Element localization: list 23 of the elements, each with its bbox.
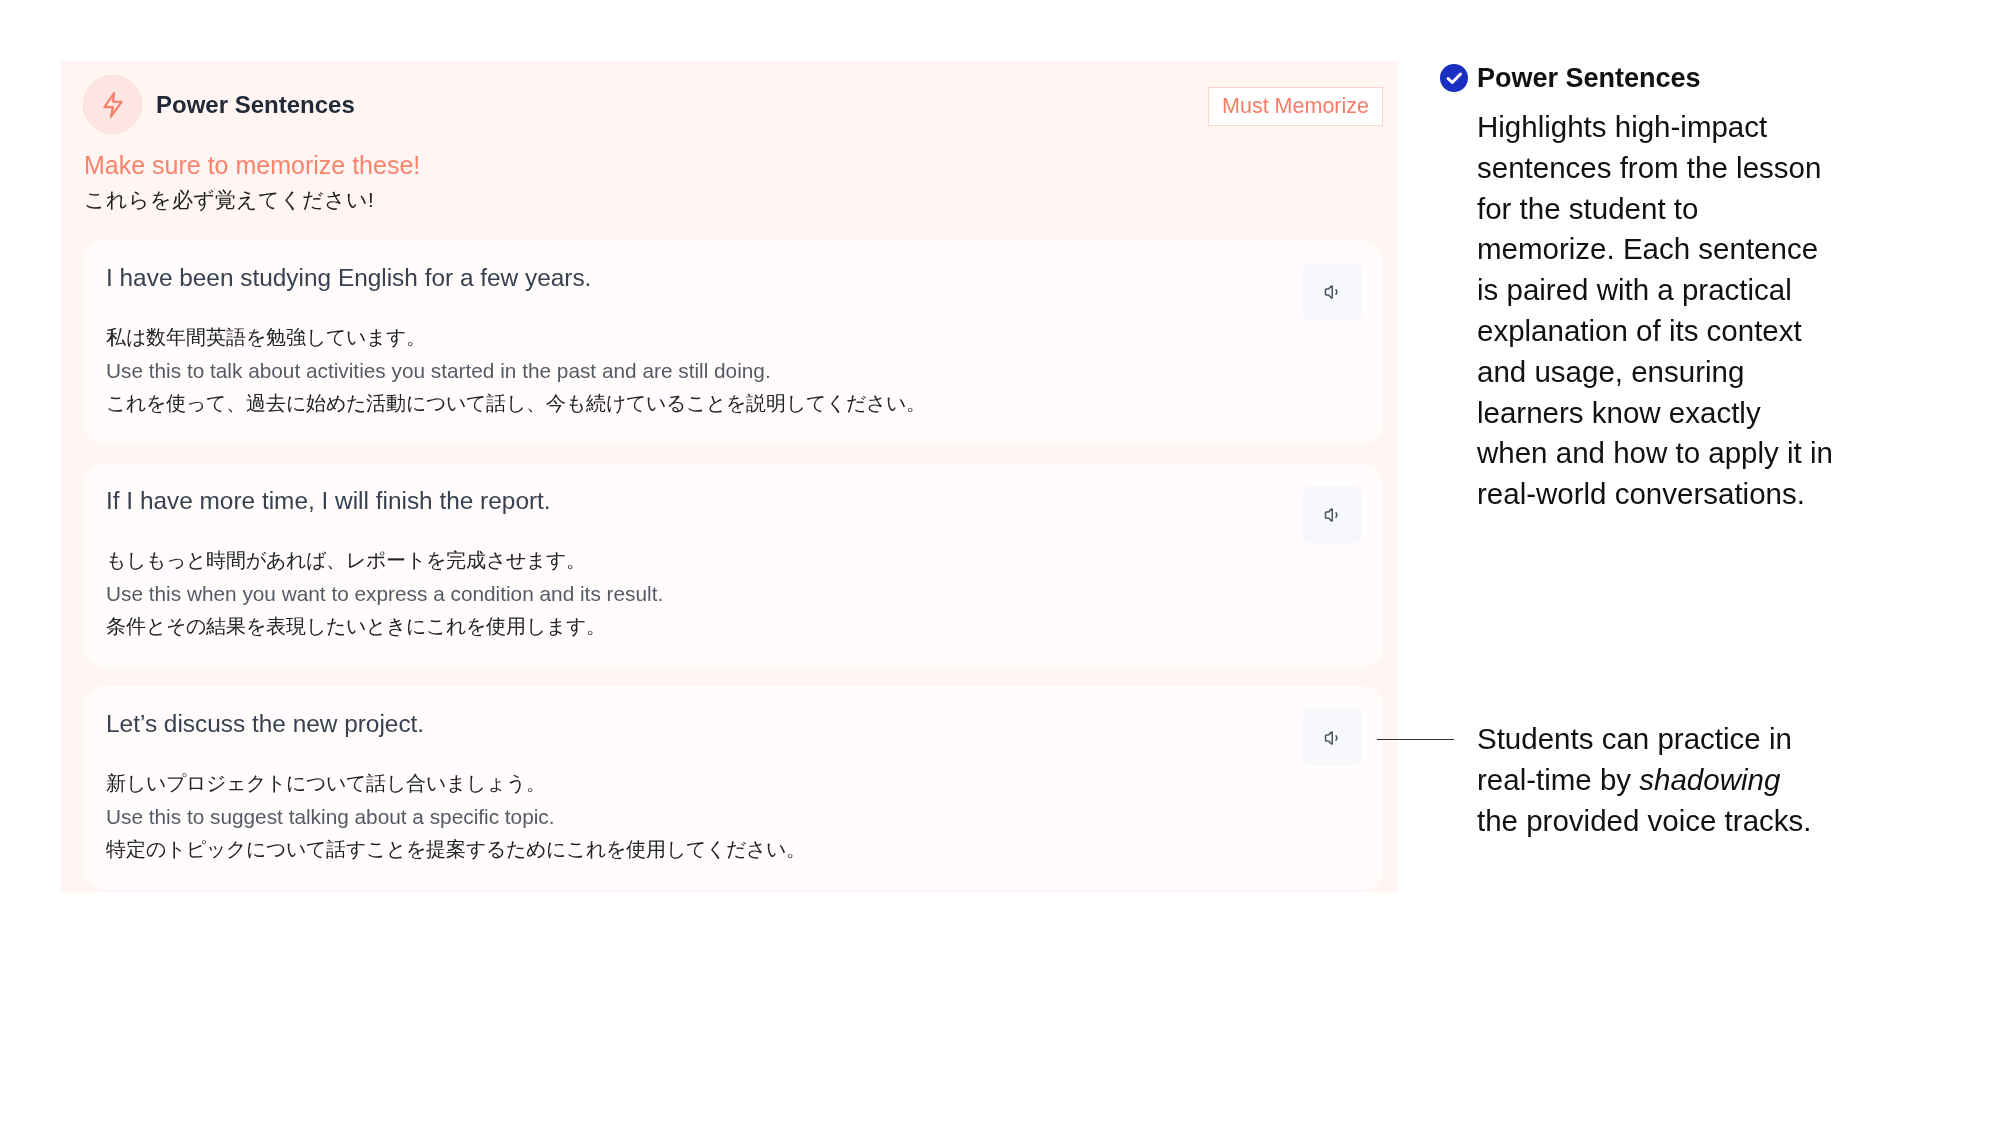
usage-note: Use this to talk about activities you started in the past and are still doing. — [106, 358, 772, 384]
annotation-title: Power Sentences — [1477, 62, 1702, 94]
usage-note-japanese: 条件とその結果を表現したいときにこれを使用します。 — [106, 614, 607, 639]
japanese-sentence: 新しいプロジェクトについて話し合いましょう。 — [106, 771, 547, 796]
check-circle-icon — [1440, 64, 1468, 92]
japanese-sentence: 私は数年間英語を勉強しています。 — [106, 325, 427, 350]
annotation-text: Highlights high-impact sentences from the lesson for the student to memorize. Each sentence is paired with a practical explanation of its context and usage, ensuring learners know exactly when and how to apply it in real-world conversations. — [1477, 109, 1834, 513]
usage-note: Use this to suggest talking about a specific topic. — [106, 804, 556, 830]
panel-title: Power Sentences — [156, 89, 355, 120]
japanese-sentence: もしもっと時間があれば、レポートを完成させます。 — [106, 548, 587, 573]
usage-note-japanese: これを使って、過去に始めた活動について話し、今も続けていることを説明してください。 — [106, 391, 926, 416]
must-memorize-tag: Must Memorize — [1208, 87, 1383, 126]
usage-note: Use this when you want to express a condition and its result. — [106, 581, 664, 607]
audio-button[interactable] — [1303, 263, 1362, 320]
english-sentence: Let’s discuss the new project. — [106, 709, 426, 739]
audio-button[interactable] — [1303, 709, 1362, 766]
english-sentence: I have been studying English for a few years. — [106, 263, 593, 293]
annotation-text: Students can practice in real-time by shadowing the provided voice tracks. — [1477, 720, 1813, 839]
english-sentence: If I have more time, I will finish the report. — [106, 486, 552, 516]
panel-heading-japanese: これらを必ず覚えてください! — [84, 187, 375, 213]
usage-note-japanese: 特定のトピックについて話すことを提案するためにこれを使用してください。 — [106, 837, 806, 862]
audio-button[interactable] — [1303, 486, 1362, 543]
panel-heading: Make sure to memorize these! — [84, 150, 422, 180]
